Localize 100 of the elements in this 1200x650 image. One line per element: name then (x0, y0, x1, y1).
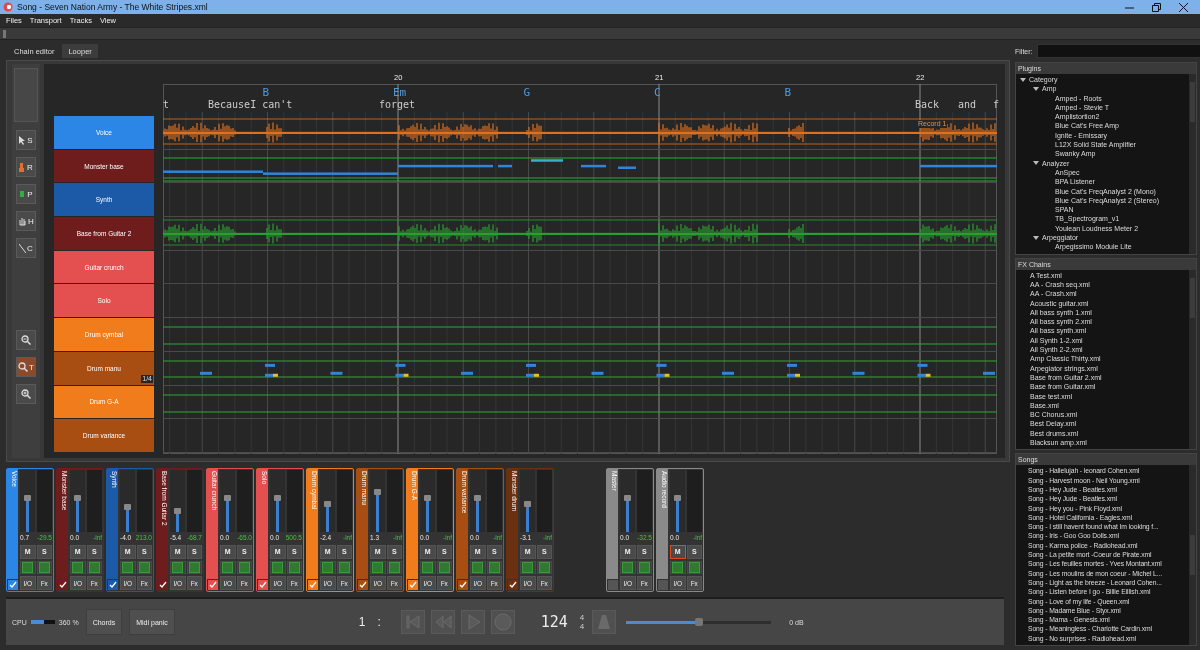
level-meter (87, 470, 102, 533)
checkbox[interactable] (208, 580, 218, 590)
toggle-button[interactable] (220, 560, 236, 575)
lyric-word: and (958, 99, 977, 110)
toggle-button[interactable] (520, 560, 536, 575)
fader-handle[interactable] (224, 495, 231, 502)
volume-fader[interactable] (70, 470, 85, 533)
pen-icon (19, 189, 27, 199)
toggle-button[interactable] (270, 560, 286, 575)
toggle-button[interactable] (686, 560, 702, 575)
expand-arrow-icon[interactable] (1033, 85, 1039, 92)
volume-fader[interactable] (420, 470, 435, 533)
volume-fader[interactable] (670, 470, 685, 533)
toggle-button[interactable] (420, 560, 436, 575)
toggle-button[interactable] (170, 560, 186, 575)
position-display: 1 (358, 615, 366, 629)
volume-fader[interactable] (170, 470, 185, 533)
toggle-button[interactable] (120, 560, 136, 575)
toggle-button[interactable] (186, 560, 202, 575)
tool-button[interactable]: H (16, 211, 36, 231)
fader-handle[interactable] (24, 495, 31, 502)
checkbox[interactable] (508, 580, 518, 590)
fader-handle[interactable] (374, 488, 381, 495)
fader-handle[interactable] (474, 495, 481, 502)
chord-label: Em (393, 86, 407, 99)
toggle-button[interactable] (70, 560, 86, 575)
tool-button[interactable]: C (16, 238, 36, 258)
checkbox[interactable] (8, 580, 18, 590)
volume-slider[interactable] (626, 620, 772, 624)
fader-handle[interactable] (74, 495, 81, 502)
brush-icon (19, 162, 27, 172)
fader-handle[interactable] (174, 507, 181, 514)
checkbox[interactable] (458, 580, 468, 590)
volume-fader[interactable] (270, 470, 285, 533)
toggle-button[interactable] (86, 560, 102, 575)
toggle-button[interactable] (670, 560, 686, 575)
filter-field[interactable] (1036, 44, 1200, 58)
fader-handle[interactable] (674, 495, 681, 502)
toggle-button[interactable] (470, 560, 486, 575)
toggle-button[interactable] (20, 560, 36, 575)
window-title: Song - Seven Nation Army - The White Stripes.xml (17, 2, 208, 12)
tool-button[interactable]: S (16, 130, 36, 150)
toolbar-grip[interactable] (3, 29, 6, 38)
toggle-button[interactable] (536, 560, 552, 575)
close-icon[interactable] (1179, 2, 1188, 12)
level-meter (137, 470, 152, 533)
scrollbar[interactable] (1189, 269, 1196, 450)
volume-fader[interactable] (20, 470, 35, 533)
toggle-button[interactable] (336, 560, 352, 575)
fader-handle[interactable] (524, 501, 531, 508)
volume-fader[interactable] (120, 470, 135, 533)
expand-arrow-icon[interactable] (1033, 160, 1039, 167)
chord-label: C (654, 86, 661, 99)
maximize-icon[interactable] (1152, 2, 1161, 12)
checkbox[interactable] (308, 580, 318, 590)
level-meter (237, 470, 252, 533)
fader-handle[interactable] (624, 495, 631, 502)
toggle-button[interactable] (320, 560, 336, 575)
toggle-button[interactable] (370, 560, 386, 575)
checkbox[interactable] (58, 580, 68, 590)
expand-arrow-icon[interactable] (1020, 76, 1026, 83)
tool-button[interactable]: P (16, 184, 36, 204)
toggle-button[interactable] (636, 560, 652, 575)
tool-button[interactable]: R (16, 157, 36, 177)
checkbox[interactable] (408, 580, 418, 590)
toggle-button[interactable] (136, 560, 152, 575)
volume-fader[interactable] (620, 470, 635, 533)
volume-fader[interactable] (470, 470, 485, 533)
zoom-button[interactable] (16, 384, 36, 404)
toggle-button[interactable] (286, 560, 302, 575)
checkbox[interactable] (608, 580, 618, 590)
toggle-button[interactable] (620, 560, 636, 575)
volume-fader[interactable] (520, 470, 535, 533)
zoom-button[interactable]: T (16, 357, 36, 377)
fader-handle[interactable] (124, 504, 131, 511)
checkbox[interactable] (658, 580, 668, 590)
toggle-button[interactable] (436, 560, 452, 575)
scrollbar[interactable] (1189, 465, 1196, 645)
fader-handle[interactable] (274, 495, 281, 502)
checkbox[interactable] (358, 580, 368, 590)
chord-label: B (784, 86, 792, 99)
toggle-button[interactable] (36, 560, 52, 575)
fader-handle[interactable] (424, 495, 431, 502)
checkbox[interactable] (158, 580, 168, 590)
checkbox[interactable] (108, 580, 118, 590)
volume-fader[interactable] (320, 470, 335, 533)
lyric-word: t (163, 99, 170, 110)
checkbox[interactable] (258, 580, 268, 590)
toggle-button[interactable] (236, 560, 252, 575)
volume-fader[interactable] (370, 470, 385, 533)
volume-fader[interactable] (220, 470, 235, 533)
scrollbar[interactable] (1189, 74, 1196, 254)
chord-label: G (523, 86, 531, 99)
fader-handle[interactable] (324, 501, 331, 508)
toggle-button[interactable] (386, 560, 402, 575)
zoom-button[interactable] (16, 330, 36, 350)
skip-start-button[interactable] (400, 610, 425, 634)
toggle-button[interactable] (486, 560, 502, 575)
volume-handle[interactable] (694, 617, 703, 626)
expand-arrow-icon[interactable] (1033, 234, 1039, 241)
